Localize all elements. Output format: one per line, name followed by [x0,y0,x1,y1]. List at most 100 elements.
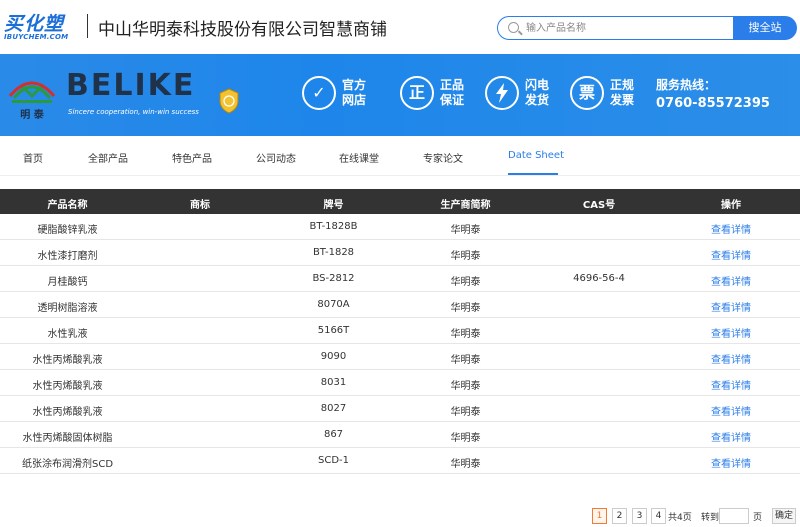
active-tab-indicator [508,173,558,175]
cell-grade: BT-1828B [309,221,358,232]
invoice-icon: 票 [570,76,604,110]
col-grade: 牌号 [323,200,344,211]
page-1-button[interactable]: 1 [592,508,607,524]
cell-manufacturer: 华明泰 [450,329,481,340]
cell-grade: BT-1828 [312,247,355,258]
service-hotline: 服务热线： 0760-85572395 [656,76,770,111]
page-2-button[interactable]: 2 [612,508,627,524]
site-logo-main: 买化塑 [4,13,65,35]
cell-product-name: 水性丙烯酸固体树脂 [22,433,113,444]
cell-manufacturer: 华明泰 [450,355,481,366]
lightning-icon [485,76,519,110]
search-icon [508,22,519,33]
site-logo[interactable]: 买化塑 IBUYCHEM.COM [2,9,78,43]
nav-item-datasheet[interactable]: Date Sheet [508,150,564,161]
genuine-icon: 正 [400,76,434,110]
cell-product-name: 硬脂酸锌乳液 [37,225,98,236]
feature-line2: 发票 [610,93,635,107]
goto-confirm-button[interactable]: 确定 [772,508,796,524]
search-input[interactable] [526,20,726,36]
cell-product-name: 水性丙烯酸乳液 [32,407,103,418]
cell-grade: SCD-1 [317,455,349,466]
goto-page-input[interactable] [719,508,749,524]
cell-product-name: 纸张涂布润滑剂SCD [21,459,114,470]
view-details-link[interactable]: 查看详情 [669,377,793,392]
view-details-link[interactable]: 查看详情 [669,247,793,262]
search-all-button[interactable]: 搜全站 [733,16,797,40]
view-details-link[interactable]: 查看详情 [669,221,793,236]
brand-mark-caption: 明 泰 [20,108,44,121]
table-row: 水性漆打磨剂 BT-1828 华明泰 查看详情 [0,240,800,266]
product-table: 硬脂酸锌乳液 BT-1828B 华明泰 查看详情 水性漆打磨剂 BT-1828 … [0,214,800,474]
total-pages-text: 共4页 [668,513,692,523]
nav-item-news[interactable]: 公司动态 [256,150,296,165]
cell-grade: 8031 [320,377,347,388]
nav-item-online-class[interactable]: 在线课堂 [339,150,379,165]
search-box [497,16,734,40]
feature-line1: 正规 [610,78,635,92]
table-row: 硬脂酸锌乳液 BT-1828B 华明泰 查看详情 [0,214,800,240]
pagination: 1 2 3 4 共4页 转到 页 确定 [0,508,800,525]
table-row: 水性乳液 5166T 华明泰 查看详情 [0,318,800,344]
view-details-link[interactable]: 查看详情 [669,351,793,366]
goto-label: 转到 [701,513,720,523]
shop-banner: 明 泰 BELIKE Sincere cooperation, win-win … [0,54,800,136]
table-row: 月桂酸钙 BS-2812 华明泰 4696-56-4 查看详情 [0,266,800,292]
cell-manufacturer: 华明泰 [450,277,481,288]
brand-mark-icon: 明 泰 [8,81,56,121]
feature-line2: 网店 [342,93,367,107]
col-cas: CAS号 [582,200,616,211]
col-trademark: 商标 [190,200,210,211]
view-details-link[interactable]: 查看详情 [669,325,793,340]
cell-grade: 9090 [320,351,347,362]
brand-name: BELIKE [66,68,196,103]
cell-manufacturer: 华明泰 [450,303,481,314]
table-header: 产品名称 商标 牌号 生产商简称 CAS号 操作 [0,189,800,214]
cell-grade: 867 [323,429,344,440]
brand-slogan: Sincere cooperation, win-win success [68,108,199,116]
cell-grade: 5166T [317,325,350,336]
view-details-link[interactable]: 查看详情 [669,299,793,314]
page-unit-label: 页 [753,513,763,523]
table-row: 水性丙烯酸乳液 8031 华明泰 查看详情 [0,370,800,396]
page-3-button[interactable]: 3 [632,508,647,524]
table-row: 透明树脂溶液 8070A 华明泰 查看详情 [0,292,800,318]
shop-nav: 首页 全部产品 特色产品 公司动态 在线课堂 专家论文 Date Sheet [0,136,800,176]
header-divider [87,14,88,38]
nav-item-all-products[interactable]: 全部产品 [88,150,128,165]
cell-manufacturer: 华明泰 [450,407,481,418]
site-logo-sub: IBUYCHEM.COM [4,33,69,41]
cell-product-name: 水性漆打磨剂 [37,251,98,262]
nav-item-home[interactable]: 首页 [23,150,43,165]
col-action: 操作 [721,200,741,211]
shield-badge-icon [219,88,239,114]
nav-item-papers[interactable]: 专家论文 [423,150,463,165]
view-details-link[interactable]: 查看详情 [669,429,793,444]
col-product-name: 产品名称 [47,200,88,211]
nav-item-featured[interactable]: 特色产品 [172,150,212,165]
cell-manufacturer: 华明泰 [450,225,481,236]
feature-line2: 发货 [525,93,550,107]
col-manufacturer: 生产商简称 [440,200,491,211]
top-header: 买化塑 IBUYCHEM.COM 中山华明泰科技股份有限公司智慧商铺 搜全站 [0,0,800,54]
page-4-button[interactable]: 4 [651,508,666,524]
cell-product-name: 月桂酸钙 [47,277,88,288]
cell-product-name: 水性乳液 [47,329,88,340]
cell-product-name: 水性丙烯酸乳液 [32,381,103,392]
view-details-link[interactable]: 查看详情 [669,403,793,418]
feature-line1: 正品 [440,78,465,92]
brand-logo: BELIKE Sincere cooperation, win-win succ… [66,68,206,118]
view-details-link[interactable]: 查看详情 [669,455,793,470]
hotline-label: 服务热线： [656,78,717,92]
check-icon: ✓ [302,76,336,110]
cell-product-name: 水性丙烯酸乳液 [32,355,103,366]
table-row: 纸张涂布润滑剂SCD SCD-1 华明泰 查看详情 [0,448,800,474]
cell-manufacturer: 华明泰 [450,251,481,262]
feature-line1: 闪电 [525,78,550,92]
feature-line2: 保证 [440,93,465,107]
cell-manufacturer: 华明泰 [450,459,481,470]
view-details-link[interactable]: 查看详情 [669,273,793,288]
cell-grade: 8027 [320,403,347,414]
cell-cas: 4696-56-4 [573,273,625,284]
table-row: 水性丙烯酸固体树脂 867 华明泰 查看详情 [0,422,800,448]
